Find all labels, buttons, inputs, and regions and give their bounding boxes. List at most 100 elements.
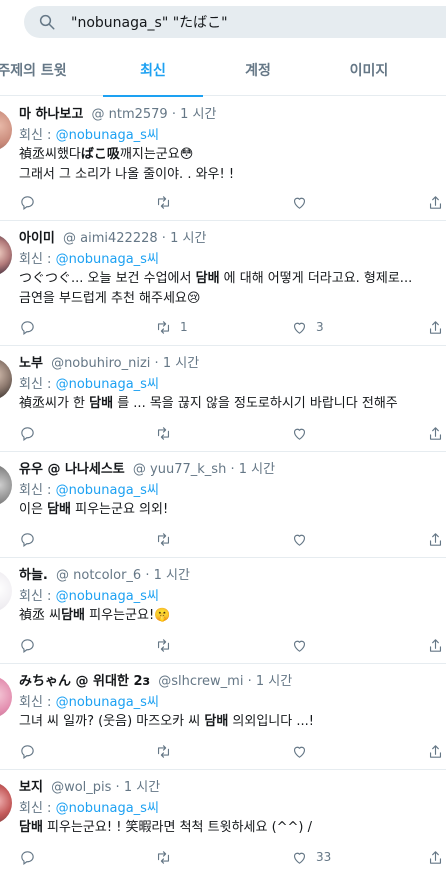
tweet-text: 禎丞씨했다ばこ吸깨지는군요😳 bbox=[19, 147, 194, 162]
like-button[interactable] bbox=[291, 530, 316, 548]
retweet-button[interactable] bbox=[155, 742, 180, 760]
search-tabs: 주제의 트윗 최신 계정 이미지 bbox=[0, 50, 446, 97]
retweet-button[interactable] bbox=[155, 636, 180, 654]
share-button[interactable] bbox=[427, 424, 444, 442]
share-button[interactable] bbox=[427, 848, 444, 866]
like-icon bbox=[293, 197, 306, 209]
share-icon bbox=[429, 638, 442, 652]
like-button[interactable]: 3 bbox=[291, 318, 324, 336]
share-icon bbox=[429, 744, 442, 758]
tweet-actions bbox=[19, 636, 446, 656]
user-handle[interactable]: @ aimi422228 bbox=[63, 231, 158, 246]
tweet[interactable]: 노부 @nobuhiro_nizi · 1 시간 회신 : @nobunaga_… bbox=[0, 346, 446, 452]
reply-button[interactable] bbox=[19, 530, 44, 548]
search-input[interactable]: "nobunaga_s" "たばこ" bbox=[24, 6, 446, 38]
reply-button[interactable] bbox=[19, 424, 44, 442]
tweet-actions bbox=[19, 742, 446, 762]
timestamp[interactable]: 1 시간 bbox=[154, 568, 190, 583]
mention-link[interactable]: @nobunaga_s씨 bbox=[56, 801, 159, 816]
reply-icon bbox=[21, 320, 34, 335]
mention-link[interactable]: @nobunaga_s씨 bbox=[56, 589, 159, 604]
timestamp[interactable]: 1 시간 bbox=[180, 107, 216, 122]
user-handle[interactable]: @wol_pis bbox=[51, 780, 111, 795]
search-header: "nobunaga_s" "たばこ" bbox=[0, 0, 446, 50]
reply-label: 회신 : bbox=[19, 695, 52, 710]
retweet-button[interactable] bbox=[155, 424, 180, 442]
share-button[interactable] bbox=[427, 318, 444, 336]
avatar[interactable] bbox=[0, 570, 12, 612]
display-name[interactable]: みちゃん @ 위대한 2з bbox=[19, 674, 150, 689]
tab-latest[interactable]: 최신 bbox=[103, 50, 203, 97]
user-handle[interactable]: @slhcrew_mi bbox=[158, 674, 243, 689]
share-button[interactable] bbox=[427, 742, 444, 760]
display-name[interactable]: 마 하나보고 bbox=[19, 107, 83, 122]
reply-button[interactable] bbox=[19, 636, 44, 654]
timestamp[interactable]: 1 시간 bbox=[256, 674, 292, 689]
timestamp[interactable]: 1 시간 bbox=[170, 231, 206, 246]
like-button[interactable] bbox=[291, 193, 316, 211]
tweet[interactable]: 유우 @ 나나세스토 @ yuu77_k_sh · 1 시간 회신 : @nob… bbox=[0, 452, 446, 558]
avatar[interactable] bbox=[0, 464, 12, 506]
reply-label: 회신 : bbox=[19, 589, 52, 604]
retweet-button[interactable] bbox=[155, 848, 180, 866]
tweet-feed: 마 하나보고 @ ntm2579 · 1 시간 회신 : @nobunaga_s… bbox=[0, 97, 446, 880]
tab-accounts[interactable]: 계정 bbox=[208, 50, 308, 96]
display-name[interactable]: 노부 bbox=[19, 356, 43, 371]
reply-label: 회신 : bbox=[19, 483, 52, 498]
share-button[interactable] bbox=[427, 530, 444, 548]
like-icon bbox=[293, 746, 306, 758]
avatar[interactable] bbox=[0, 676, 12, 718]
retweet-button[interactable] bbox=[155, 530, 180, 548]
mention-link[interactable]: @nobunaga_s씨 bbox=[56, 128, 159, 143]
tweet-text: 그녀 씨 일까? (웃음) 마즈오카 씨 담배 의외입니다 ...! bbox=[19, 714, 314, 729]
retweet-icon bbox=[157, 426, 170, 440]
display-name[interactable]: 하늘. bbox=[19, 568, 48, 583]
like-button[interactable] bbox=[291, 424, 316, 442]
share-button[interactable] bbox=[427, 193, 444, 211]
tweet-actions bbox=[19, 193, 446, 213]
mention-link[interactable]: @nobunaga_s씨 bbox=[56, 483, 159, 498]
share-button[interactable] bbox=[427, 636, 444, 654]
share-icon bbox=[429, 195, 442, 209]
timestamp[interactable]: 1 시간 bbox=[124, 780, 160, 795]
tweet[interactable]: 마 하나보고 @ ntm2579 · 1 시간 회신 : @nobunaga_s… bbox=[0, 97, 446, 221]
tweet-text: つぐつぐ... 오늘 보건 수업에서 담배 에 대해 어떻게 더라고요. 형제로… bbox=[19, 271, 413, 286]
avatar[interactable] bbox=[0, 358, 12, 400]
timestamp[interactable]: 1 시간 bbox=[239, 462, 275, 477]
tweet[interactable]: 하늘. @ notcolor_6 · 1 시간 회신 : @nobunaga_s… bbox=[0, 558, 446, 664]
like-button[interactable] bbox=[291, 636, 316, 654]
mention-link[interactable]: @nobunaga_s씨 bbox=[56, 252, 159, 267]
reply-icon bbox=[21, 850, 34, 865]
display-name[interactable]: 아이미 bbox=[19, 231, 55, 246]
user-handle[interactable]: @nobuhiro_nizi bbox=[51, 356, 150, 371]
retweet-button[interactable]: 1 bbox=[155, 318, 188, 336]
avatar[interactable] bbox=[0, 109, 12, 151]
retweet-icon bbox=[157, 638, 170, 652]
avatar[interactable] bbox=[0, 782, 12, 824]
tab-top[interactable]: 주제의 트윗 bbox=[0, 50, 72, 96]
like-button[interactable]: 33 bbox=[291, 848, 331, 866]
tweet[interactable]: みちゃん @ 위대한 2з @slhcrew_mi · 1 시간 회신 : @n… bbox=[0, 664, 446, 770]
reply-button[interactable] bbox=[19, 848, 44, 866]
reply-label: 회신 : bbox=[19, 252, 52, 267]
like-button[interactable] bbox=[291, 742, 316, 760]
share-icon bbox=[429, 850, 442, 864]
timestamp[interactable]: 1 시간 bbox=[163, 356, 199, 371]
avatar[interactable] bbox=[0, 234, 12, 276]
tweet[interactable]: 보지 @wol_pis · 1 시간 회신 : @nobunaga_s씨 담배 … bbox=[0, 770, 446, 880]
display-name[interactable]: 유우 @ 나나세스토 bbox=[19, 462, 125, 477]
retweet-icon bbox=[157, 744, 170, 758]
mention-link[interactable]: @nobunaga_s씨 bbox=[56, 377, 159, 392]
reply-button[interactable] bbox=[19, 193, 44, 211]
user-handle[interactable]: @ notcolor_6 bbox=[56, 568, 141, 583]
reply-button[interactable] bbox=[19, 742, 44, 760]
retweet-button[interactable] bbox=[155, 193, 180, 211]
mention-link[interactable]: @nobunaga_s씨 bbox=[56, 695, 159, 710]
tab-images[interactable]: 이미지 bbox=[319, 50, 419, 96]
user-handle[interactable]: @ ntm2579 bbox=[91, 107, 167, 122]
tweet[interactable]: 아이미 @ aimi422228 · 1 시간 회신 : @nobunaga_s… bbox=[0, 221, 446, 346]
user-handle[interactable]: @ yuu77_k_sh bbox=[133, 462, 226, 477]
like-icon bbox=[293, 428, 306, 440]
display-name[interactable]: 보지 bbox=[19, 780, 43, 795]
reply-button[interactable] bbox=[19, 318, 44, 336]
